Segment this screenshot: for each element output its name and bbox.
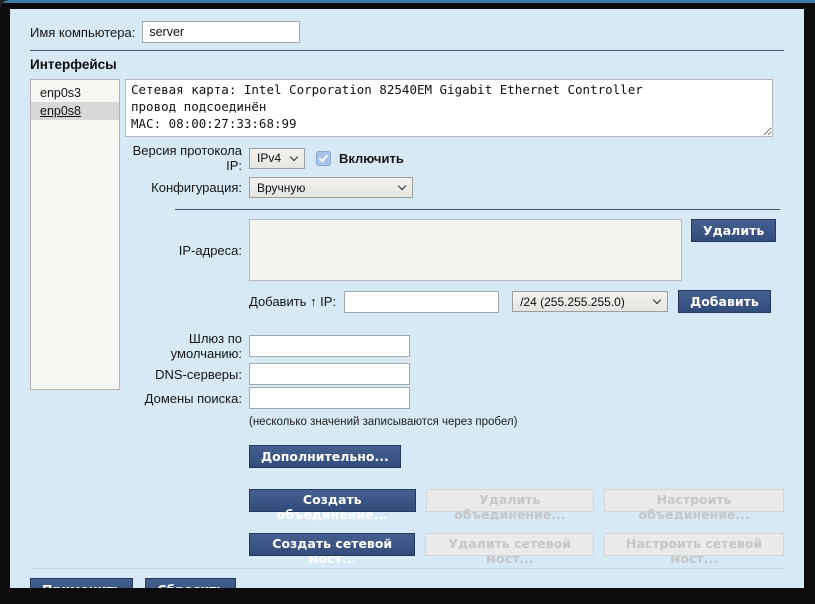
hostname-label: Имя компьютера: — [30, 24, 136, 40]
configuration-value: Вручную — [257, 180, 306, 195]
interface-details-textarea[interactable]: Сетевая карта: Intel Corporation 82540EM… — [125, 79, 773, 137]
create-bridge-button[interactable]: Создать сетевой мост... — [249, 533, 416, 566]
interface-item-enp0s8[interactable]: enp0s8 — [31, 102, 119, 120]
bottom-actions: Применить Сбросить — [30, 578, 784, 588]
checkmark-icon — [318, 151, 329, 163]
delete-bridge-button: Удалить сетевой мост... — [425, 533, 595, 566]
ip-version-label: Версия протокола IP: — [132, 143, 242, 173]
configuration-select[interactable]: Вручную — [249, 177, 413, 198]
enable-checkbox-label: Включить — [339, 150, 404, 166]
separator — [30, 50, 784, 51]
add-ip-row: Добавить ↑ IP: /24 (255.255.255.0) Добав… — [249, 290, 784, 313]
configure-bond-button: Настроить объединение... — [604, 489, 784, 522]
dns-row: DNS-серверы: — [125, 363, 784, 385]
gateway-label: Шлюз по умолчанию: — [170, 331, 242, 361]
search-domains-input[interactable] — [249, 387, 410, 409]
chevron-down-icon — [397, 181, 407, 191]
netmask-value: /24 (255.255.255.0) — [520, 294, 625, 309]
interface-item-enp0s3[interactable]: enp0s3 — [31, 84, 119, 102]
hostname-row: Имя компьютера: — [30, 21, 784, 43]
hostname-input[interactable] — [142, 21, 301, 43]
interface-list[interactable]: enp0s3 enp0s8 — [30, 79, 120, 390]
dns-label: DNS-серверы: — [155, 366, 242, 382]
configuration-row: Конфигурация: Вручную — [125, 177, 784, 198]
chevron-down-icon — [652, 295, 662, 305]
separator — [175, 209, 780, 210]
advanced-button[interactable]: Дополнительно... — [249, 445, 401, 468]
interfaces-section: enp0s3 enp0s8 Сетевая карта: Intel Corpo… — [30, 79, 784, 566]
ip-version-row: Версия протокола IP: IPv4 Включить — [125, 143, 784, 173]
network-settings-page: Имя компьютера: Интерфейсы enp0s3 enp0s8… — [10, 9, 804, 588]
gateway-input[interactable] — [249, 335, 410, 357]
new-ip-input[interactable] — [344, 290, 500, 313]
add-ip-button[interactable]: Добавить — [678, 290, 771, 313]
advanced-row: Дополнительно... — [249, 445, 784, 468]
add-ip-label: Добавить ↑ IP: — [249, 294, 337, 309]
configure-bridge-button: Настроить сетевой мост... — [604, 533, 784, 566]
search-domains-row: Домены поиска: — [125, 387, 784, 409]
dns-input[interactable] — [249, 363, 410, 385]
reset-button[interactable]: Сбросить — [145, 578, 237, 588]
search-domains-label: Домены поиска: — [144, 390, 242, 406]
bond-row: Создать объединение... Удалить объединен… — [249, 489, 784, 522]
ip-version-select[interactable]: IPv4 — [249, 147, 305, 169]
apply-button[interactable]: Применить — [30, 578, 134, 588]
ip-address-list[interactable] — [249, 219, 682, 281]
interface-form: Сетевая карта: Intel Corporation 82540EM… — [125, 79, 784, 566]
bridge-row: Создать сетевой мост... Удалить сетевой … — [249, 533, 784, 566]
ip-addresses-label: IP-адреса: — [178, 242, 242, 258]
window-top-strip — [0, 0, 815, 3]
multi-value-hint: (несколько значений записываются через п… — [249, 416, 518, 428]
interfaces-section-title: Интерфейсы — [30, 57, 117, 72]
gateway-row: Шлюз по умолчанию: — [125, 331, 784, 361]
configuration-label: Конфигурация: — [151, 180, 242, 195]
create-bond-button[interactable]: Создать объединение... — [249, 489, 416, 522]
ip-version-value: IPv4 — [257, 151, 282, 165]
ip-addresses-row: IP-адреса: Удалить — [125, 219, 784, 281]
window-frame: Имя компьютера: Интерфейсы enp0s3 enp0s8… — [0, 0, 815, 604]
separator — [30, 568, 784, 569]
enable-checkbox[interactable] — [316, 150, 331, 166]
delete-ip-button[interactable]: Удалить — [691, 219, 777, 242]
delete-bond-button: Удалить объединение... — [425, 489, 595, 522]
netmask-select[interactable]: /24 (255.255.255.0) — [512, 291, 669, 312]
chevron-down-icon — [289, 152, 299, 161]
